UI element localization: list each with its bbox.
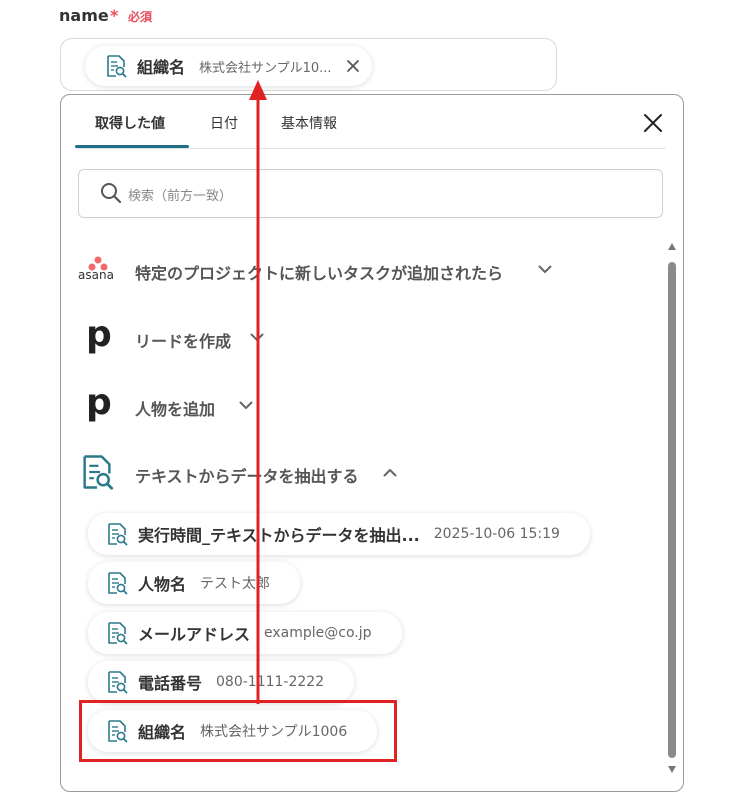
- document-search-icon: [106, 571, 128, 595]
- section-title-add-person[interactable]: 人物を追加: [135, 396, 215, 420]
- document-search-icon: [80, 453, 114, 491]
- close-icon[interactable]: [643, 113, 663, 133]
- document-search-icon: [105, 54, 127, 78]
- value-item[interactable]: 電話番号 080-1111-2222: [88, 661, 355, 703]
- chevron-down-icon[interactable]: [538, 265, 552, 274]
- value-item[interactable]: 実行時間_テキストからデータを抽出... 2025-10-06 15:19: [88, 513, 590, 555]
- item-value: 2025-10-06 15:19: [433, 526, 560, 542]
- section-title-asana-trigger[interactable]: 特定のプロジェクトに新しいタスクが追加されたら: [135, 260, 503, 284]
- required-star: *: [110, 6, 119, 25]
- selected-value-chip[interactable]: 組織名 株式会社サンプル10...: [85, 46, 372, 86]
- document-search-icon: [106, 621, 128, 645]
- item-name: 電話番号: [138, 674, 203, 693]
- tab-acquired-values[interactable]: 取得した値: [95, 113, 165, 133]
- pipedrive-logo-icon: p: [86, 314, 112, 355]
- scrollbar-thumb[interactable]: [668, 262, 676, 758]
- required-badge: 必須: [128, 10, 153, 24]
- remove-chip-icon[interactable]: [346, 59, 360, 73]
- annotation-highlight-box: [79, 700, 397, 762]
- field-label: name: [59, 6, 109, 25]
- item-name: メールアドレス: [138, 625, 251, 644]
- scroll-up-arrow-icon[interactable]: [666, 240, 678, 254]
- document-search-icon: [106, 522, 128, 546]
- tab-date[interactable]: 日付: [210, 113, 238, 133]
- tab-divider: [76, 148, 666, 149]
- chip-value: 株式会社サンプル10...: [199, 60, 332, 76]
- scroll-down-arrow-icon[interactable]: [666, 762, 678, 776]
- item-value: 080-1111-2222: [216, 674, 325, 690]
- item-value: example@co.jp: [264, 625, 372, 641]
- tab-basic-info[interactable]: 基本情報: [281, 113, 337, 133]
- chip-name: 組織名: [137, 58, 186, 77]
- section-title-create-lead[interactable]: リードを作成: [135, 328, 231, 352]
- search-placeholder: 検索（前方一致）: [128, 189, 233, 204]
- document-search-icon: [106, 670, 128, 694]
- annotation-arrow-icon: [249, 80, 267, 704]
- item-name: 人物名: [138, 575, 187, 594]
- search-icon: [101, 183, 122, 204]
- asana-wordmark: asana: [78, 268, 114, 282]
- chevron-up-icon[interactable]: [383, 468, 397, 477]
- item-name: 実行時間_テキストからデータを抽出...: [138, 526, 420, 545]
- value-item[interactable]: メールアドレス example@co.jp: [88, 612, 402, 654]
- pipedrive-logo-icon: p: [86, 382, 112, 423]
